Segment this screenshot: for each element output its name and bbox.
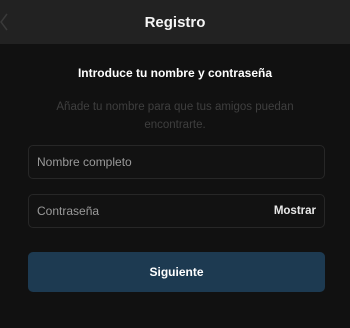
next-button[interactable]: Siguiente xyxy=(28,252,325,292)
full-name-field xyxy=(28,145,325,179)
page-title: Registro xyxy=(144,13,206,31)
show-password-button[interactable]: Mostrar xyxy=(274,195,316,227)
form-description: Añade tu nombre para que tus amigos pued… xyxy=(56,101,294,131)
back-chevron-icon xyxy=(0,13,8,31)
full-name-input[interactable] xyxy=(29,146,324,178)
header: Registro xyxy=(0,0,350,44)
registration-form: Introduce tu nombre y contraseña Añade t… xyxy=(0,44,350,328)
password-field: Mostrar xyxy=(28,194,325,228)
form-heading: Introduce tu nombre y contraseña xyxy=(77,66,273,80)
back-button[interactable] xyxy=(0,0,14,44)
